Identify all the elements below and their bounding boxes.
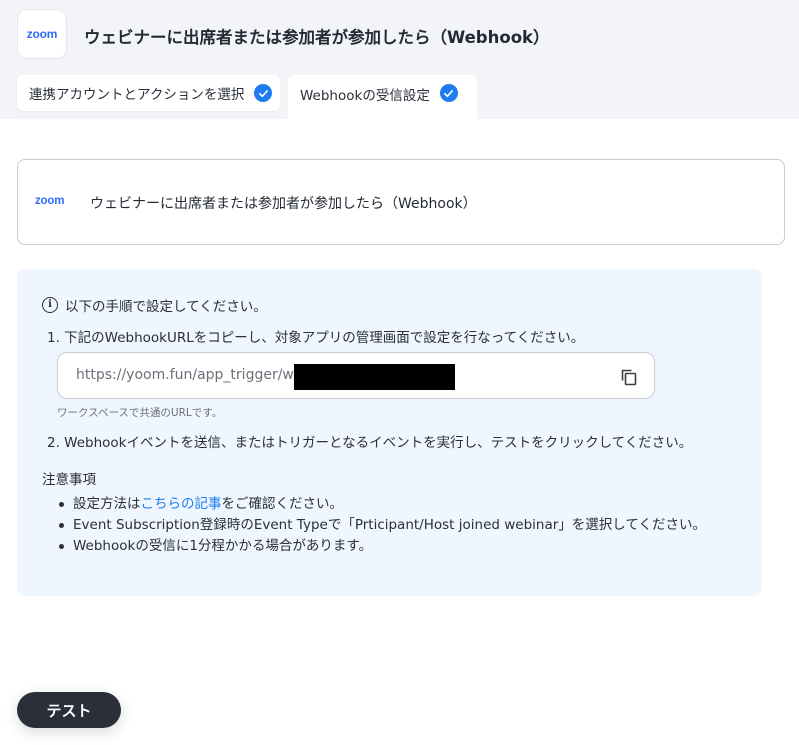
url-hint: ワークスペースで共通のURLです。 [57, 407, 223, 419]
webhook-url-text[interactable]: https://yoom.fun/app_trigger/web [76, 367, 311, 383]
list-item: 設定方法はこちらの記事をご確認ください。 [57, 494, 706, 515]
page-title: ウェビナーに出席者または参加者が参加したら（Webhook） [84, 28, 550, 47]
step-1-text: 1. 下記のWebhookURLをコピーし、対象アプリの管理画面で設定を行なって… [47, 330, 585, 346]
notes-title: 注意事項 [42, 472, 96, 488]
page-header: zoom ウェビナーに出席者または参加者が参加したら（Webhook） 連携アカ… [0, 0, 799, 119]
tab-label: 連携アカウントとアクションを選択 [29, 87, 245, 103]
instructions-intro: 以下の手順で設定してください。 [65, 299, 267, 315]
info-icon: i [42, 297, 58, 313]
tab-webhook-settings[interactable]: Webhookの受信設定 [288, 75, 477, 119]
trigger-title: ウェビナーに出席者または参加者が参加したら（Webhook） [90, 196, 477, 212]
instructions-panel: i 以下の手順で設定してください。 1. 下記のWebhookURLをコピーし、… [17, 269, 762, 596]
webhook-url-field[interactable]: https://yoom.fun/app_trigger/web [57, 352, 655, 399]
tab-account-action[interactable]: 連携アカウントとアクションを選択 [17, 75, 280, 111]
copy-icon[interactable] [619, 367, 639, 387]
step-2-text: 2. Webhookイベントを送信、またはトリガーとなるイベントを実行し、テスト… [47, 435, 693, 451]
notes-list: 設定方法はこちらの記事をご確認ください。 Event Subscription登… [57, 494, 706, 557]
trigger-app-card: zoom ウェビナーに出席者または参加者が参加したら（Webhook） [17, 159, 785, 245]
instructions-heading: i 以下の手順で設定してください。 [42, 295, 267, 315]
note-text: 設定方法は [73, 496, 141, 512]
list-item: Event Subscription登録時のEvent Typeで「Prtici… [57, 515, 706, 536]
test-button[interactable]: テスト [17, 692, 121, 728]
zoom-logo: zoom [35, 195, 65, 207]
note-text: をご確認ください。 [221, 496, 344, 512]
zoom-logo: zoom [17, 9, 67, 59]
article-link[interactable]: こちらの記事 [141, 496, 222, 512]
zoom-logo-text: zoom [26, 27, 58, 41]
tab-label: Webhookの受信設定 [300, 88, 430, 104]
redacted-block [294, 364, 455, 390]
list-item: Webhookの受信に1分程かかる場合があります。 [57, 536, 706, 557]
check-circle-icon [439, 84, 458, 102]
check-circle-icon [254, 84, 273, 102]
